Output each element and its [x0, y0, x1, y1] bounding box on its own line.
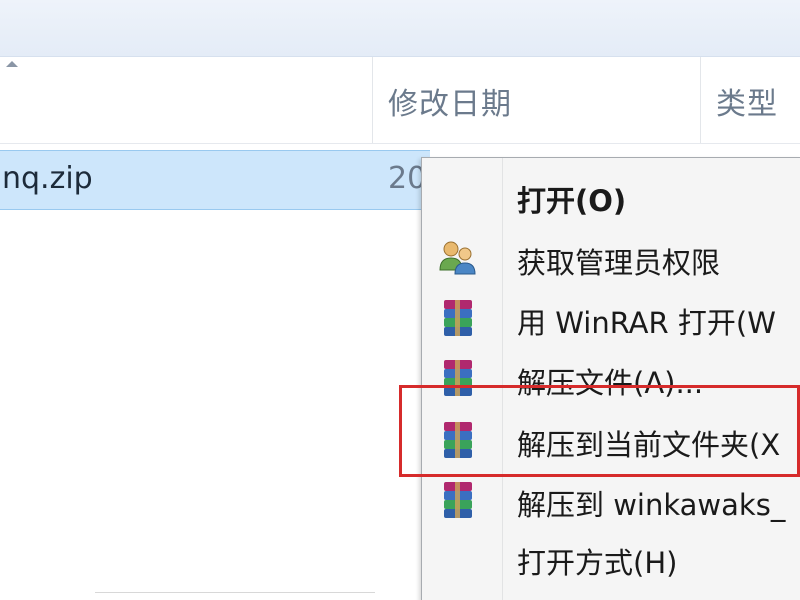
toolbar-strip: [0, 0, 800, 57]
winrar-icon: [444, 482, 472, 518]
menu-item-open[interactable]: 打开(O): [422, 166, 800, 226]
column-header-date-modified[interactable]: 修改日期: [388, 79, 512, 123]
menu-item-get-admin-rights[interactable]: 获取管理员权限: [422, 228, 800, 288]
column-separator[interactable]: [700, 57, 701, 143]
winrar-icon: [444, 300, 472, 336]
menu-item-label: 获取管理员权限: [517, 246, 721, 280]
menu-item-extract-to-folder[interactable]: 解压到 winkawaks_: [422, 470, 800, 530]
menu-item-label: 解压到 winkawaks_: [517, 488, 786, 522]
menu-item-label: 打开(O): [517, 184, 627, 218]
admin-users-icon: [439, 241, 476, 275]
menu-item-label: 用 WinRAR 打开(W: [517, 306, 776, 340]
file-row-selected[interactable]: nq.zip 20: [0, 150, 430, 210]
column-header-row: 修改日期 类型: [0, 57, 800, 144]
column-header-type[interactable]: 类型: [716, 79, 778, 123]
sort-ascending-icon[interactable]: [6, 61, 18, 67]
column-separator[interactable]: [372, 57, 373, 143]
menu-separator: [95, 592, 375, 593]
menu-item-open-with-winrar[interactable]: 用 WinRAR 打开(W: [422, 288, 800, 348]
file-name: nq.zip: [2, 161, 93, 196]
highlight-annotation-box: [399, 385, 800, 477]
context-menu: 打开(O) 获取管理员权限 用 WinRAR 打开(W 解压文件(A)... 解…: [421, 157, 800, 600]
menu-item-open-with[interactable]: 打开方式(H): [422, 528, 800, 588]
explorer-window: 修改日期 类型 nq.zip 20 打开(O) 获取管理员权限 用 WinRAR…: [0, 0, 800, 600]
menu-item-label: 打开方式(H): [517, 546, 678, 580]
